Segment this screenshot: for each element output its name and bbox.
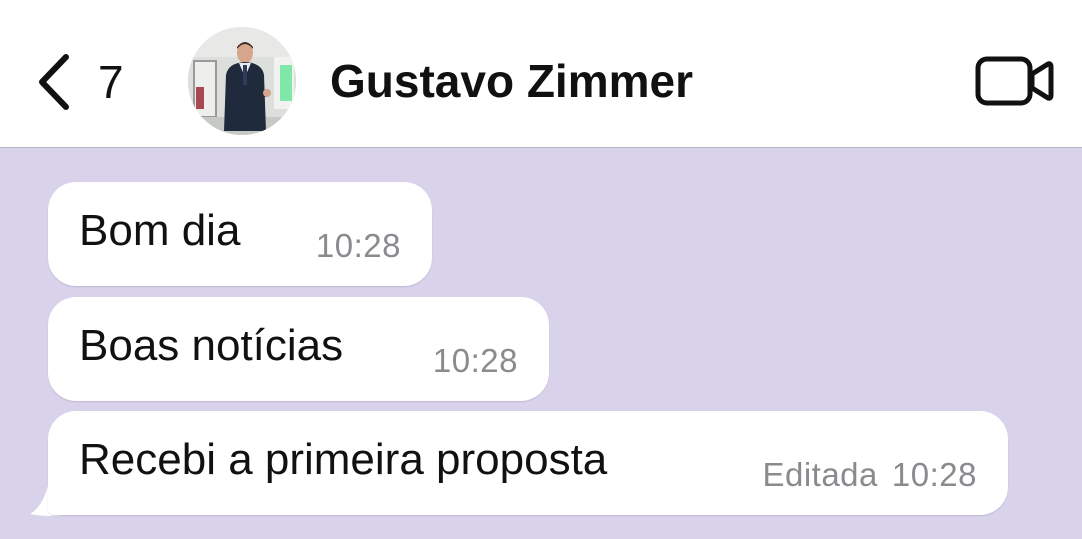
chat-header: 7 Gustavo Zimmer [0,0,1082,148]
unread-count: 7 [98,56,124,108]
message-text: Recebi a primeira proposta [79,435,608,484]
avatar-photo [188,27,296,135]
back-button[interactable]: 7 [36,52,146,112]
edited-label: Editada [762,456,878,493]
message-text: Boas notícias [79,321,344,370]
message-bubble[interactable]: Recebi a primeira proposta Editada 10:28 [48,411,1008,515]
message-bubble[interactable]: Boas notícias 10:28 [48,297,549,401]
video-camera-icon [975,56,1055,110]
message-list[interactable]: Bom dia 10:28 Boas notícias 10:28 Recebi… [0,148,1082,539]
message-time: 10:28 [315,227,401,264]
video-call-button[interactable] [975,56,1055,106]
message-time: 10:28 [891,456,977,493]
contact-name[interactable]: Gustavo Zimmer [330,55,693,107]
chevron-left-icon [36,53,70,111]
message-time: 10:28 [432,342,518,379]
avatar[interactable] [188,27,296,135]
message-meta: Editada 10:28 [762,457,977,493]
message-bubble[interactable]: Bom dia 10:28 [48,182,432,286]
message-text: Bom dia [79,206,241,255]
